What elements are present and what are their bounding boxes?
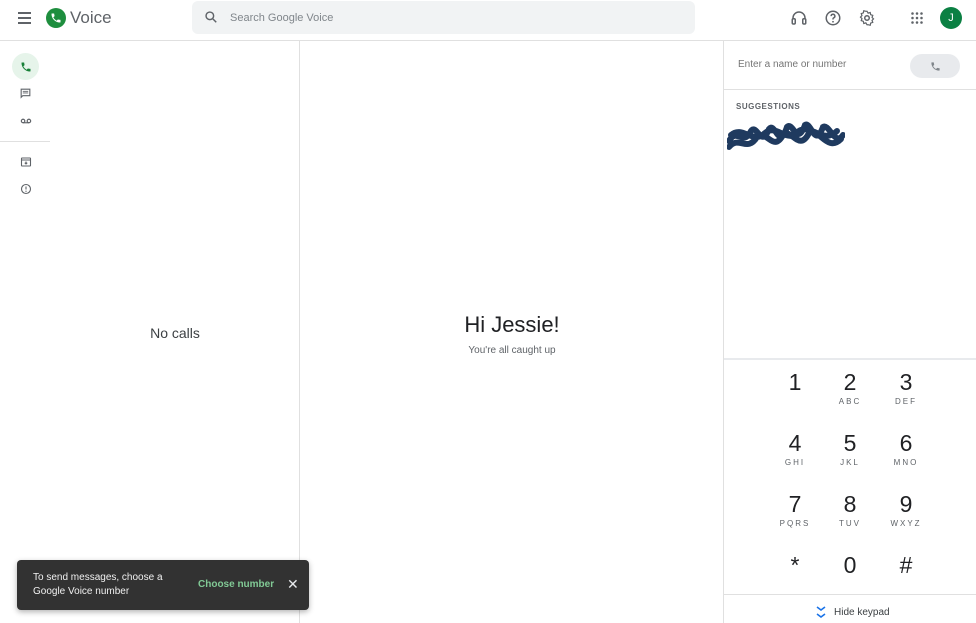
dialpad-key-2[interactable]: 2 ABC <box>825 369 875 419</box>
dialpad-letters: PQRS <box>779 519 811 528</box>
call-button[interactable] <box>910 54 960 78</box>
spam-alert-icon <box>20 183 31 194</box>
nav-spam[interactable] <box>12 175 39 202</box>
nav-voicemail[interactable] <box>12 107 39 134</box>
snackbar: To send messages, choose a Google Voice … <box>17 560 309 610</box>
voicemail-icon <box>20 118 31 123</box>
nav-archive[interactable] <box>12 148 39 175</box>
dialpad-digit: 3 <box>899 369 913 395</box>
dialpad-digit: 6 <box>899 430 913 456</box>
dialpad-letters: TUV <box>839 519 861 528</box>
dialpad-key-7[interactable]: 7 PQRS <box>770 491 820 541</box>
nav-divider <box>0 141 50 142</box>
dialpad-key-6[interactable]: 6 MNO <box>881 430 931 480</box>
nav-messages[interactable] <box>12 80 39 107</box>
main-menu-button[interactable] <box>14 9 36 29</box>
dialpad-key-4[interactable]: 4 GHI <box>770 430 820 480</box>
main-content: Hi Jessie! You're all caught up <box>301 41 723 623</box>
dialpad-digit: 2 <box>843 369 857 395</box>
app-title: Voice <box>70 8 112 27</box>
close-icon[interactable]: ✕ <box>287 577 299 591</box>
hide-keypad-label: Hide keypad <box>834 606 890 618</box>
dialpad-digit: 0 <box>843 552 857 578</box>
calls-list-panel: No calls <box>50 41 300 623</box>
voice-logo-icon[interactable] <box>46 8 66 28</box>
archive-icon <box>20 156 31 167</box>
hide-keypad-button[interactable]: Hide keypad <box>816 603 890 621</box>
dialpad-letters: WXYZ <box>890 519 922 528</box>
dialpad-letters: DEF <box>895 397 917 406</box>
dialpad-key-3[interactable]: 3 DEF <box>881 369 931 419</box>
dialer-divider <box>724 89 976 90</box>
dialpad-digit: * <box>790 552 800 578</box>
message-icon <box>20 88 31 99</box>
snackbar-message: To send messages, choose a Google Voice … <box>33 572 163 597</box>
nav-rail <box>0 41 50 623</box>
suggestions-label: SUGGESTIONS <box>736 102 801 111</box>
nav-calls[interactable] <box>12 53 39 80</box>
dialpad-key-1[interactable]: 1 <box>770 369 820 419</box>
settings-gear-icon[interactable] <box>858 9 876 27</box>
search-input[interactable] <box>230 8 670 28</box>
keypad-footer-divider <box>724 594 976 595</box>
phone-icon <box>21 62 30 71</box>
empty-list-message: No calls <box>150 325 200 341</box>
collapse-chevron-icon <box>816 606 826 618</box>
search-bar[interactable] <box>192 1 695 34</box>
dialpad-digit: 9 <box>899 491 913 517</box>
dialpad-letters: GHI <box>784 458 806 467</box>
dialer-number-input[interactable] <box>738 59 898 70</box>
redacted-suggestion[interactable] <box>727 117 845 159</box>
dialpad-digit: 7 <box>788 491 802 517</box>
dialer-panel: SUGGESTIONS 1 2 ABC 3 DEF 4 GHI 5 JKL 6 MNO 7 PQRS 8 T… <box>723 41 976 623</box>
greeting-heading: Hi Jessie! <box>464 312 560 337</box>
search-icon[interactable] <box>204 10 218 29</box>
keypad-divider <box>724 358 976 360</box>
dialpad-digit: # <box>899 552 913 578</box>
account-avatar[interactable]: J <box>940 7 962 29</box>
choose-number-button[interactable]: Choose number <box>198 579 274 590</box>
greeting-subtitle: You're all caught up <box>468 345 556 356</box>
apps-grid-icon[interactable] <box>908 9 926 27</box>
dialpad-digit: 1 <box>788 369 802 395</box>
phone-icon <box>930 61 940 71</box>
support-headset-icon[interactable] <box>790 9 808 27</box>
dialpad-key-9[interactable]: 9 WXYZ <box>881 491 931 541</box>
dialpad-letters: JKL <box>840 458 860 467</box>
dialpad-digit: 4 <box>788 430 802 456</box>
dialpad-letters: ABC <box>838 397 862 406</box>
dialpad-digit: 5 <box>843 430 857 456</box>
dialpad-key-8[interactable]: 8 TUV <box>825 491 875 541</box>
dialpad-letters: MNO <box>893 458 919 467</box>
dialpad-key-5[interactable]: 5 JKL <box>825 430 875 480</box>
dialpad-digit: 8 <box>843 491 857 517</box>
top-app-bar: Voice J <box>0 0 976 41</box>
help-icon[interactable] <box>824 9 842 27</box>
